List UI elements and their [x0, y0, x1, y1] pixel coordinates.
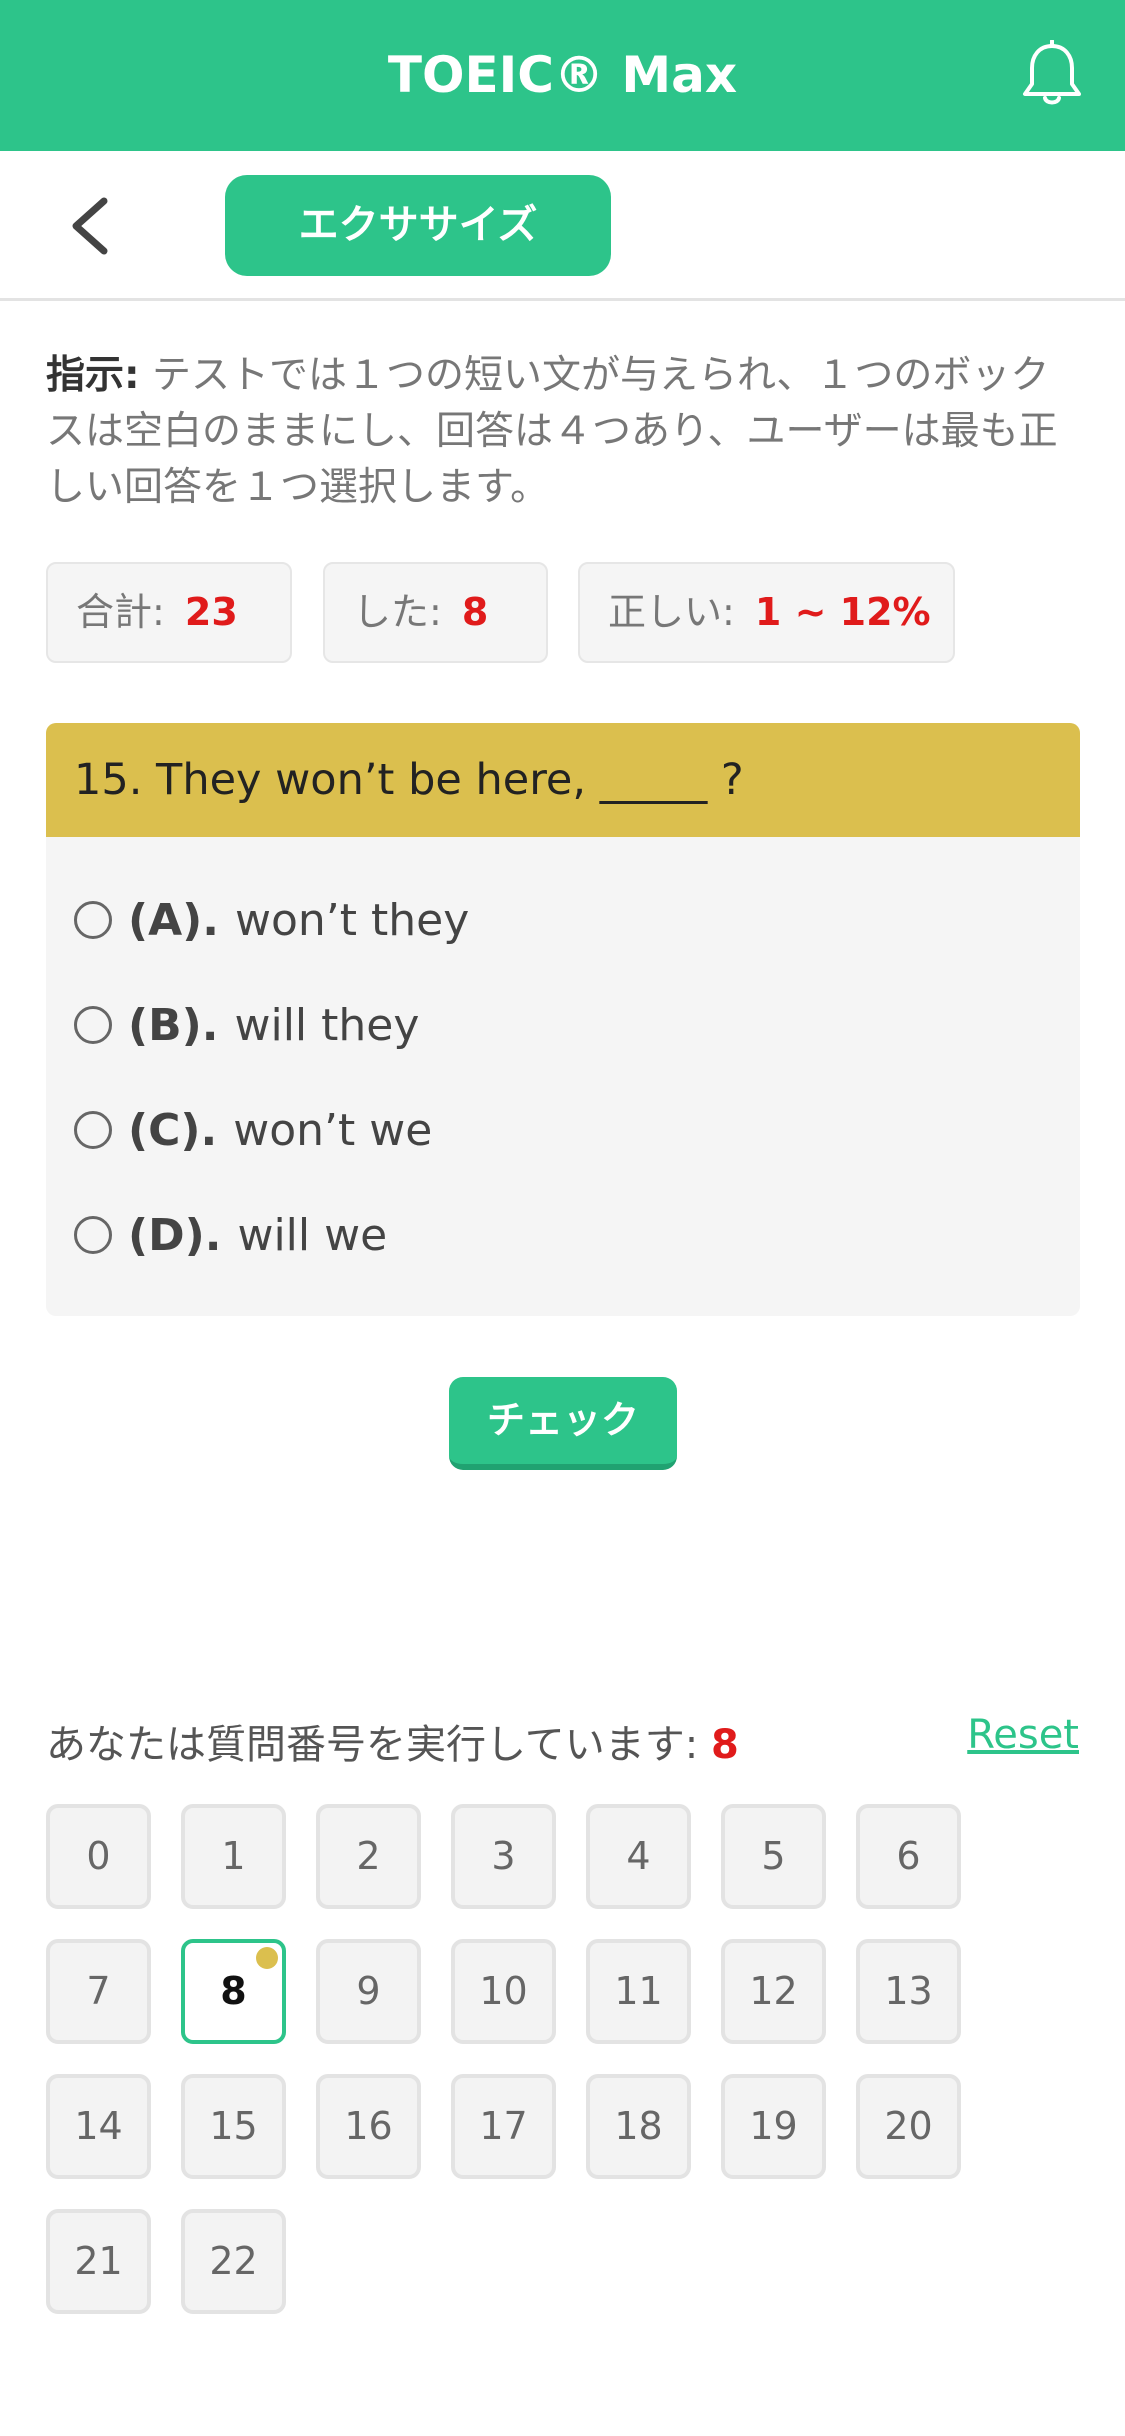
option-text: will they: [234, 999, 420, 1051]
question-number-label: 2: [356, 1834, 381, 1878]
stat-total: 合計: 23: [46, 562, 292, 663]
question-number-label: 3: [491, 1834, 516, 1878]
question-number-label: 22: [209, 2239, 258, 2283]
option-text: will we: [237, 1209, 388, 1261]
question-number-label: 4: [626, 1834, 651, 1878]
question-number-button[interactable]: 18: [586, 2074, 691, 2179]
stat-done-label: した:: [353, 590, 442, 634]
question-number-button[interactable]: 16: [316, 2074, 421, 2179]
question-number-label: 1: [221, 1834, 246, 1878]
instructions: 指示: テストでは１つの短い文が与えられ、１つのボックスは空白のままにし、回答は…: [46, 348, 1086, 516]
option-letter: (B).: [128, 999, 219, 1051]
question-number-button[interactable]: 9: [316, 1939, 421, 2044]
stat-correct-value: 1 ~ 12%: [754, 590, 931, 634]
stat-correct: 正しい: 1 ~ 12%: [578, 562, 955, 663]
question-number-label: 6: [896, 1834, 921, 1878]
question-number-label: 21: [74, 2239, 123, 2283]
question-number-button[interactable]: 8: [181, 1939, 286, 2044]
question-number-label: 14: [74, 2104, 123, 2148]
question-card: 15. They won’t be here, _____ ? (A). won…: [46, 723, 1080, 1316]
question-number-button[interactable]: 6: [856, 1804, 961, 1909]
radio-button[interactable]: [74, 901, 112, 939]
sub-navigation-bar: エクササイズ: [0, 151, 1125, 301]
question-number-button[interactable]: 13: [856, 1939, 961, 2044]
question-number-button[interactable]: 11: [586, 1939, 691, 2044]
question-number-button[interactable]: 1: [181, 1804, 286, 1909]
question-number-label: 8: [220, 1969, 247, 2013]
question-number-label: 5: [761, 1834, 786, 1878]
question-number-button[interactable]: 21: [46, 2209, 151, 2314]
stat-total-value: 23: [184, 590, 238, 634]
question-number-button[interactable]: 15: [181, 2074, 286, 2179]
question-number-button[interactable]: 17: [451, 2074, 556, 2179]
option-a[interactable]: (A). won’t they: [74, 885, 469, 955]
current-question-label: あなたは質問番号を実行しています: 8: [46, 1712, 739, 1770]
question-number-label: 13: [884, 1969, 933, 2013]
question-number-label: 9: [356, 1969, 381, 2013]
question-number-button[interactable]: 12: [721, 1939, 826, 2044]
stat-done-value: 8: [461, 590, 489, 634]
status-dot: [256, 1947, 278, 1969]
question-number-label: 20: [884, 2104, 933, 2148]
question-number-button[interactable]: 20: [856, 2074, 961, 2179]
tab-exercise[interactable]: エクササイズ: [225, 175, 611, 276]
stat-total-label: 合計:: [76, 590, 165, 634]
question-number-label: 10: [479, 1969, 528, 2013]
stat-done: した: 8: [323, 562, 548, 663]
option-b[interactable]: (B). will they: [74, 990, 419, 1060]
radio-button[interactable]: [74, 1111, 112, 1149]
question-number-label: 16: [344, 2104, 393, 2148]
radio-button[interactable]: [74, 1216, 112, 1254]
question-number-button[interactable]: 5: [721, 1804, 826, 1909]
app-header: TOEIC® Max: [0, 0, 1125, 151]
question-number-label: 19: [749, 2104, 798, 2148]
current-question-text: あなたは質問番号を実行しています:: [46, 1722, 699, 1768]
question-number-button[interactable]: 0: [46, 1804, 151, 1909]
instructions-text: テストでは１つの短い文が与えられ、１つのボックスは空白のままにし、回答は４つあり…: [46, 353, 1058, 510]
question-number-label: 12: [749, 1969, 798, 2013]
question-number-button[interactable]: 19: [721, 2074, 826, 2179]
app-title: TOEIC® Max: [387, 46, 738, 104]
current-question-number: 8: [711, 1722, 739, 1768]
question-number-button[interactable]: 2: [316, 1804, 421, 1909]
radio-button[interactable]: [74, 1006, 112, 1044]
bell-icon[interactable]: [1019, 40, 1085, 110]
option-letter: (C).: [128, 1104, 218, 1156]
instructions-prefix: 指示:: [46, 353, 140, 398]
option-letter: (D).: [128, 1209, 222, 1261]
question-number-label: 7: [86, 1969, 111, 2013]
option-d[interactable]: (D). will we: [74, 1200, 387, 1270]
option-letter: (A).: [128, 894, 219, 946]
question-number-button[interactable]: 14: [46, 2074, 151, 2179]
check-button[interactable]: チェック: [449, 1377, 677, 1470]
question-number-button[interactable]: 10: [451, 1939, 556, 2044]
question-number-label: 15: [209, 2104, 258, 2148]
option-text: won’t we: [233, 1104, 433, 1156]
reset-link[interactable]: Reset: [967, 1712, 1079, 1758]
question-number-button[interactable]: 22: [181, 2209, 286, 2314]
question-number-button[interactable]: 7: [46, 1939, 151, 2044]
option-text: won’t they: [235, 894, 470, 946]
question-number-button[interactable]: 4: [586, 1804, 691, 1909]
stat-correct-label: 正しい:: [608, 590, 735, 634]
question-number-label: 17: [479, 2104, 528, 2148]
question-number-button[interactable]: 3: [451, 1804, 556, 1909]
question-number-label: 11: [614, 1969, 663, 2013]
question-number-label: 0: [86, 1834, 111, 1878]
chevron-left-icon[interactable]: [62, 193, 118, 259]
question-number-label: 18: [614, 2104, 663, 2148]
question-text: 15. They won’t be here, _____ ?: [46, 723, 1080, 837]
option-c[interactable]: (C). won’t we: [74, 1095, 432, 1165]
